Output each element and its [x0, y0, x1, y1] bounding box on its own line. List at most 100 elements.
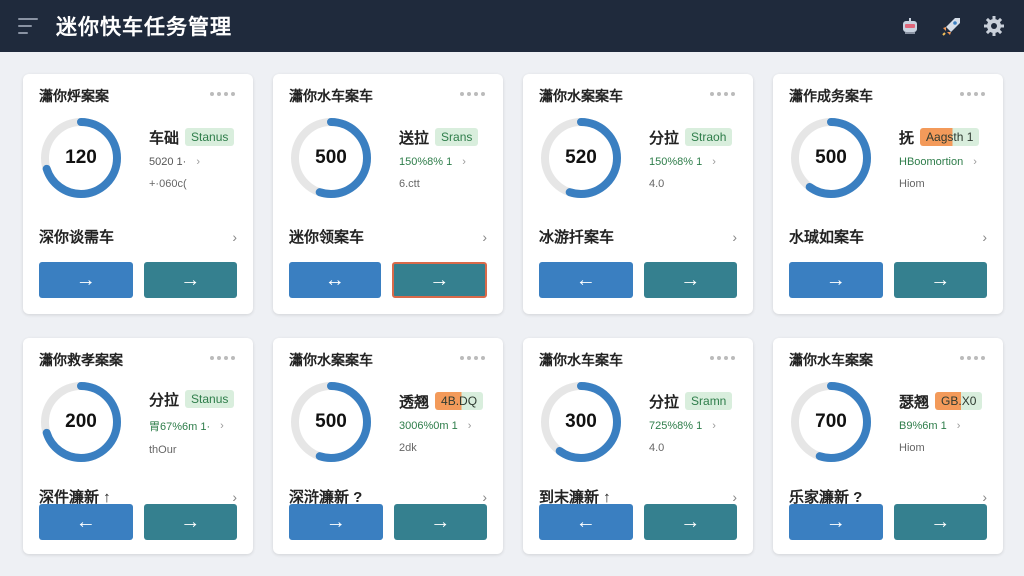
status-badge: 4B.DQ	[435, 392, 484, 410]
progress-ring: 120	[39, 116, 123, 200]
chevron-right-icon: ›	[732, 228, 737, 245]
task-card-6: 瀟你水案案车 500 透翘 4B.DQ 3006%0m 1 › 2dk 深浒濂新 …	[273, 338, 503, 554]
chevron-right-icon[interactable]: ›	[462, 156, 466, 168]
progress-ring: 520	[539, 116, 623, 200]
status-label: 瑟翘	[899, 393, 930, 411]
gear-icon[interactable]	[982, 14, 1006, 38]
progress-value: 120	[65, 147, 97, 168]
primary-action-button[interactable]: →	[39, 262, 133, 298]
progress-value: 200	[65, 411, 97, 432]
chevron-right-icon: ›	[482, 228, 487, 245]
rocket-icon[interactable]	[940, 14, 964, 38]
card-link[interactable]: 水珹如案车 ›	[789, 226, 987, 247]
meta-line-2: 2dk	[399, 441, 417, 454]
secondary-action-button[interactable]: →	[391, 262, 487, 298]
secondary-action-button[interactable]: →	[643, 262, 737, 298]
task-card-7: 瀟你水车案车 300 分拉 Sramn 725%8% 1 › 4.0 到末濂新 ↑	[523, 338, 753, 554]
card-title: 瀟你救孝案案	[39, 352, 123, 368]
card-link[interactable]: 冰游扦案车 ›	[539, 226, 737, 247]
task-card-2: 瀟你水车案车 500 送拉 Srans 150%8% 1 › 6.ctt 迷你领案…	[273, 74, 503, 314]
status-label: 分拉	[649, 129, 680, 147]
status-badge: GB.X0	[935, 392, 983, 410]
task-card-grid: 瀟你烀案案 120 车础 Stanus 5020 1· › +·060c( 深你谈…	[23, 74, 1003, 554]
card-title: 瀟作成务案车	[789, 88, 873, 104]
meta-line-2: 4.0	[649, 177, 665, 190]
card-link-label: 冰游扦案车	[539, 229, 615, 246]
task-card-5: 瀟你救孝案案 200 分拉 Stanus 胃67%6m 1· › thOur 深件…	[23, 338, 253, 554]
chevron-right-icon: ›	[982, 488, 987, 505]
meta-line: 胃67%6m 1· ›	[149, 419, 224, 433]
card-link[interactable]: 迷你领案车 ›	[289, 226, 487, 247]
more-options-icon[interactable]	[460, 356, 485, 360]
progress-value: 520	[565, 147, 597, 168]
primary-action-button[interactable]: ←	[39, 504, 133, 540]
chevron-right-icon[interactable]: ›	[712, 420, 716, 432]
meta-line: 5020 1· ›	[149, 155, 200, 168]
more-options-icon[interactable]	[210, 356, 235, 360]
status-badge: Sramn	[685, 392, 733, 410]
meta-line: 3006%0m 1 ›	[399, 419, 472, 432]
task-card-3: 瀟你水案案车 520 分拉 Straoh 150%8% 1 › 4.0 冰游扦案车	[523, 74, 753, 314]
more-options-icon[interactable]	[210, 92, 235, 96]
secondary-action-button[interactable]: →	[893, 262, 987, 298]
primary-action-button[interactable]: →	[289, 504, 383, 540]
meta-line: 150%8% 1 ›	[649, 155, 716, 168]
more-options-icon[interactable]	[460, 92, 485, 96]
task-card-4: 瀟作成务案车 500 抚 Aagsth 1 HBoomortion › Hiom …	[773, 74, 1003, 314]
chevron-right-icon[interactable]: ›	[468, 420, 472, 432]
chevron-right-icon[interactable]: ›	[957, 420, 961, 432]
card-link-label: 迷你领案车	[289, 229, 365, 246]
card-title: 瀟你水案案车	[289, 352, 373, 368]
more-options-icon[interactable]	[960, 356, 985, 360]
primary-action-button[interactable]: ←	[539, 262, 633, 298]
secondary-action-button[interactable]: →	[143, 262, 237, 298]
meta-line-2: thOur	[149, 443, 177, 456]
status-label: 分拉	[649, 393, 680, 411]
meta-line-2: 6.ctt	[399, 177, 420, 190]
secondary-action-button[interactable]: →	[643, 504, 737, 540]
secondary-action-button[interactable]: →	[893, 504, 987, 540]
card-title: 瀟你水车案车	[289, 88, 373, 104]
task-card-1: 瀟你烀案案 120 车础 Stanus 5020 1· › +·060c( 深你谈…	[23, 74, 253, 314]
card-link-label: 深你谈需车	[39, 229, 115, 246]
chevron-right-icon: ›	[482, 488, 487, 505]
progress-ring: 500	[789, 116, 873, 200]
primary-action-button[interactable]: ←	[539, 504, 633, 540]
meta-line: 725%8% 1 ›	[649, 419, 716, 432]
progress-ring: 300	[539, 380, 623, 464]
status-label: 车础	[149, 129, 180, 147]
chevron-right-icon[interactable]: ›	[220, 420, 224, 432]
meta-line: B9%6m 1 ›	[899, 419, 961, 432]
primary-action-button[interactable]: ↔	[289, 262, 381, 298]
secondary-action-button[interactable]: →	[393, 504, 487, 540]
more-options-icon[interactable]	[960, 92, 985, 96]
progress-value: 500	[815, 147, 847, 168]
status-badge: Aagsth 1	[920, 128, 980, 146]
progress-ring: 200	[39, 380, 123, 464]
meta-line-2: +·060c(	[149, 177, 187, 190]
app-title: 迷你快车任务管理	[56, 16, 232, 39]
secondary-action-button[interactable]: →	[143, 504, 237, 540]
chevron-right-icon: ›	[232, 488, 237, 505]
primary-action-button[interactable]: →	[789, 504, 883, 540]
menu-icon[interactable]	[18, 18, 38, 34]
primary-action-button[interactable]: →	[789, 262, 883, 298]
progress-ring: 700	[789, 380, 873, 464]
more-options-icon[interactable]	[710, 92, 735, 96]
chevron-right-icon[interactable]: ›	[712, 156, 716, 168]
card-link[interactable]: 深你谈需车 ›	[39, 226, 237, 247]
meta-line-2: Hiom	[899, 177, 925, 190]
chevron-right-icon: ›	[232, 228, 237, 245]
meta-line-2: 4.0	[649, 441, 665, 454]
progress-value: 500	[315, 147, 347, 168]
card-title: 瀟你水车案车	[539, 352, 623, 368]
more-options-icon[interactable]	[710, 356, 735, 360]
meta-line: HBoomortion ›	[899, 155, 977, 168]
chevron-right-icon: ›	[732, 488, 737, 505]
chevron-right-icon[interactable]: ›	[196, 156, 200, 168]
robot-icon[interactable]	[898, 14, 922, 38]
progress-value: 700	[815, 411, 847, 432]
chevron-right-icon[interactable]: ›	[973, 156, 977, 168]
status-badge: Straoh	[685, 128, 733, 146]
status-badge: Stanus	[185, 128, 235, 146]
